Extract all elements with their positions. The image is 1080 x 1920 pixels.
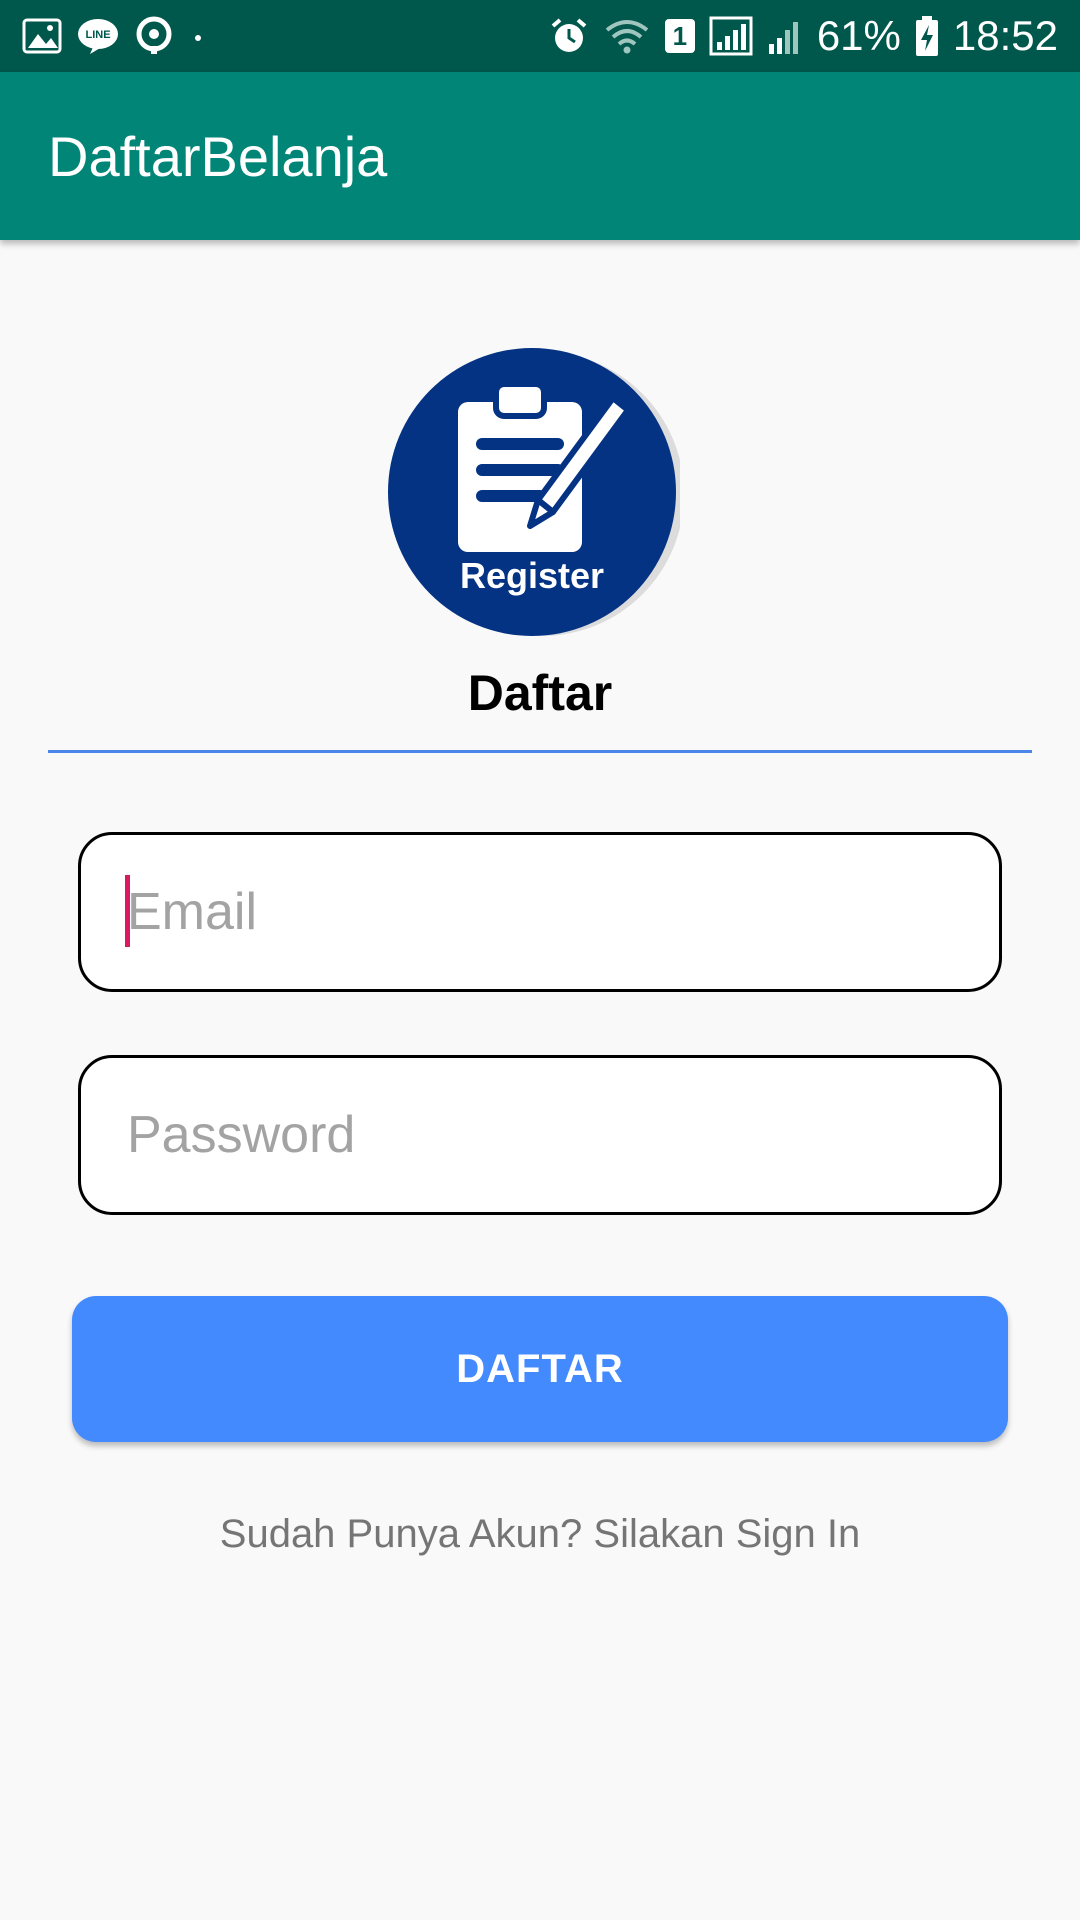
battery-charging-icon xyxy=(915,16,938,56)
email-field-container[interactable] xyxy=(78,832,1002,992)
signal-strength-icon xyxy=(709,16,753,56)
signal-strength-secondary-icon xyxy=(768,22,798,54)
app-title: DaftarBelanja xyxy=(48,124,388,188)
sim-slot-badge: 1 xyxy=(664,19,695,53)
alarm-icon xyxy=(551,18,587,52)
register-logo: Register xyxy=(388,348,680,636)
daftar-button[interactable]: DAFTAR xyxy=(72,1296,1008,1442)
sign-in-link[interactable]: Sudah Punya Akun? Silakan Sign In xyxy=(0,1512,1080,1557)
line-app-icon: LINE xyxy=(78,19,118,54)
battery-percent: 61% xyxy=(816,12,901,59)
logo-label: Register xyxy=(460,555,604,596)
app-bar: DaftarBelanja xyxy=(0,72,1080,240)
text-cursor xyxy=(125,875,130,947)
status-bar-system: 1 61% 18:52 xyxy=(549,15,1058,57)
svg-text:LINE: LINE xyxy=(85,29,110,41)
password-input[interactable] xyxy=(125,1104,999,1166)
wifi-icon xyxy=(605,20,649,54)
status-bar-notifications: LINE xyxy=(22,16,208,56)
more-notifications-dot-icon xyxy=(195,35,201,41)
gallery-icon xyxy=(22,18,62,54)
location-icon xyxy=(136,16,172,54)
password-field-container[interactable] xyxy=(78,1055,1002,1215)
status-bar: LINE 1 61% 18:52 xyxy=(0,0,1080,72)
clock: 18:52 xyxy=(952,12,1058,59)
email-input[interactable] xyxy=(125,881,999,943)
page-title: Daftar xyxy=(467,665,613,721)
title-divider xyxy=(48,750,1032,753)
